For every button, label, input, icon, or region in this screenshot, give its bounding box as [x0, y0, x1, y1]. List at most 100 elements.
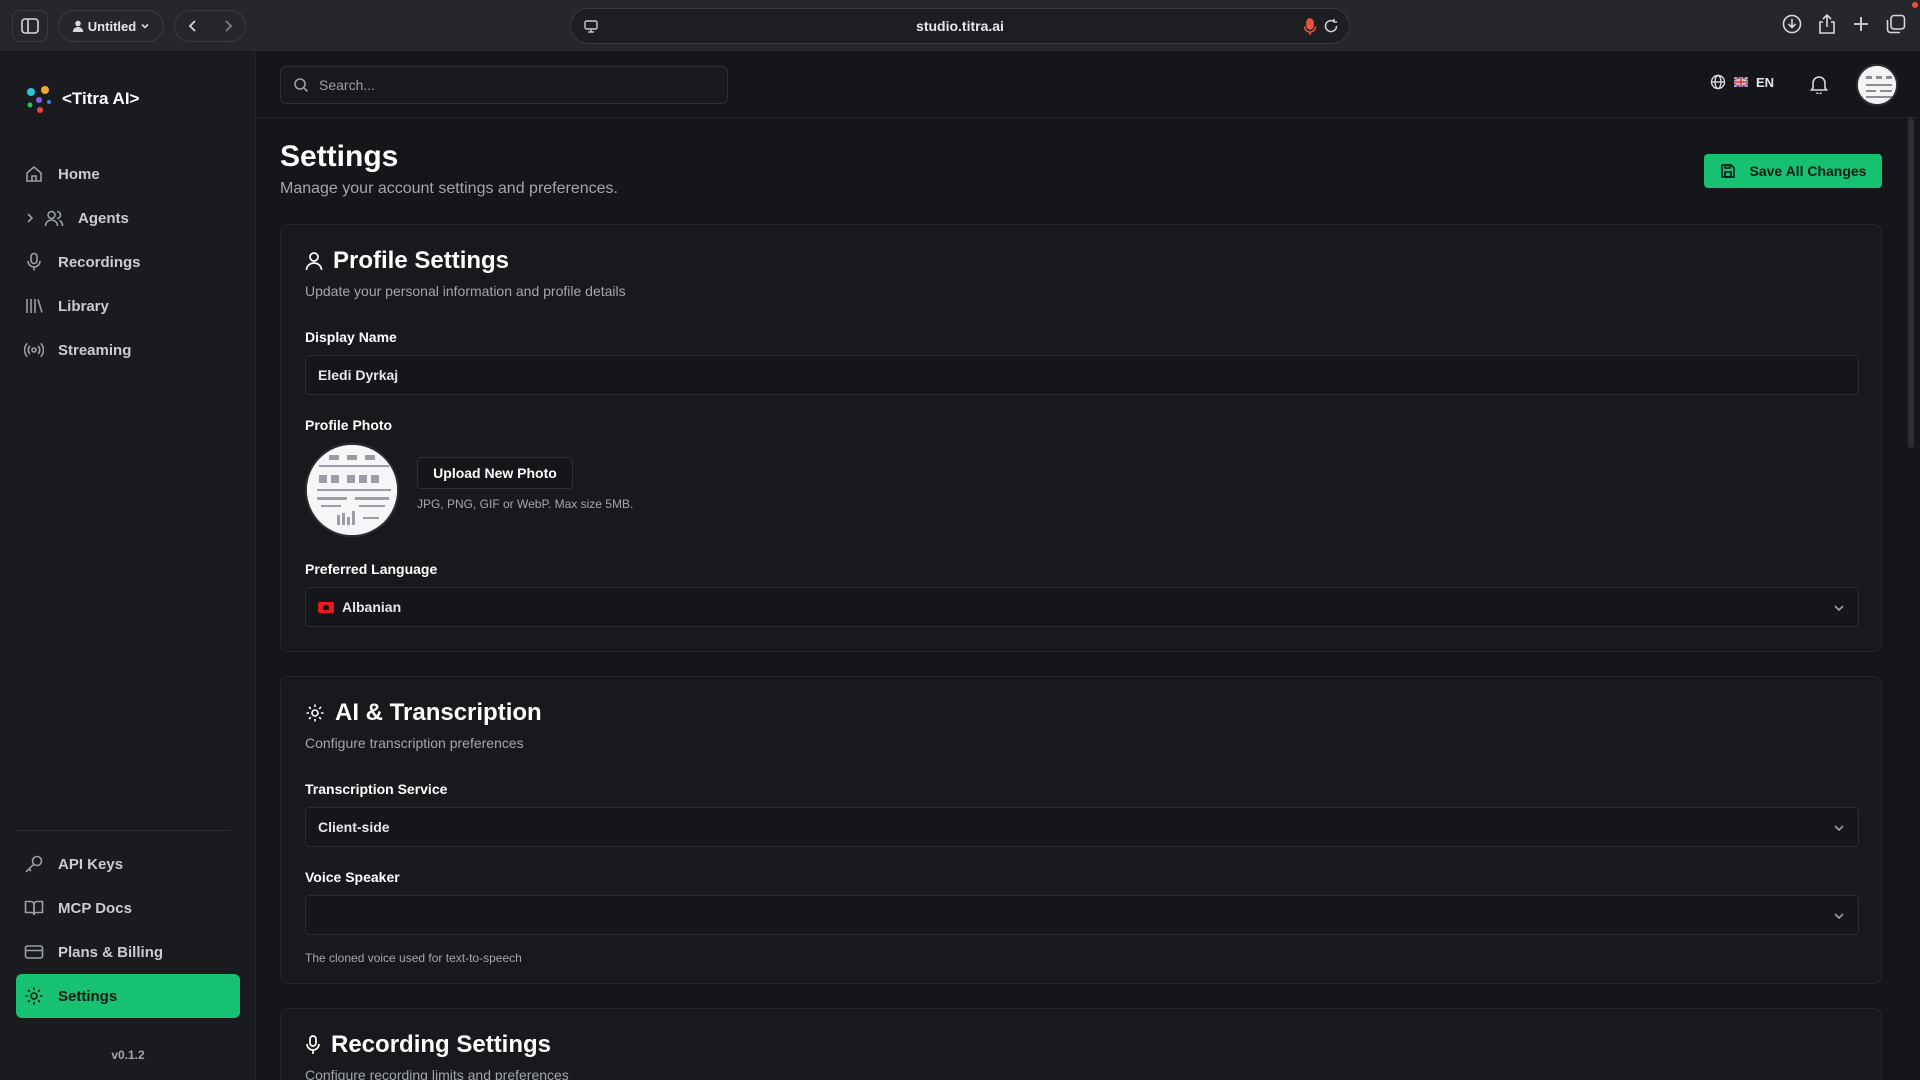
- sidebar-item-label: Streaming: [58, 341, 132, 359]
- sidebar-item-label: Agents: [78, 209, 129, 227]
- reload-icon[interactable]: [1323, 18, 1339, 34]
- transcription-service-select[interactable]: Client-side: [305, 807, 1859, 847]
- brand-name: <Titra AI>: [62, 89, 140, 108]
- gear-icon: [306, 704, 324, 722]
- microphone-active-icon[interactable]: [1303, 18, 1317, 36]
- secondary-nav: API Keys MCP Docs Plans & Billing Settin…: [16, 842, 240, 1018]
- credit-card-icon: [24, 945, 44, 959]
- library-icon: [26, 299, 43, 313]
- sidebar-item-settings[interactable]: Settings: [16, 974, 240, 1018]
- sidebar-item-label: Plans & Billing: [58, 943, 164, 961]
- back-icon[interactable]: [186, 19, 200, 33]
- chevron-down-icon: [141, 23, 149, 29]
- sidebar-item-label: MCP Docs: [58, 899, 132, 917]
- ai-transcription-title: AI & Transcription: [335, 699, 542, 726]
- brand[interactable]: <Titra AI>: [24, 84, 139, 114]
- page-title: Settings: [280, 140, 399, 173]
- user-avatar[interactable]: [1856, 64, 1898, 106]
- search-input[interactable]: [319, 77, 699, 93]
- save-all-button[interactable]: Save All Changes: [1704, 154, 1882, 188]
- main-nav: Home Agents Recordings Library Streaming: [16, 152, 240, 372]
- browser-toolbar: Untitled studio.titra.ai: [0, 0, 1920, 52]
- profile-settings-title: Profile Settings: [333, 247, 510, 274]
- users-icon: [44, 210, 64, 227]
- mic-icon: [306, 1035, 320, 1054]
- search-box[interactable]: [280, 66, 728, 104]
- transcription-service-value: Client-side: [318, 819, 390, 835]
- profile-settings-header: Profile Settings: [305, 247, 509, 275]
- address-bar[interactable]: studio.titra.ai: [570, 8, 1350, 44]
- ai-transcription-card: AI & Transcription Configure transcripti…: [280, 676, 1882, 984]
- preferred-language-label: Preferred Language: [305, 561, 438, 577]
- transcription-service-label: Transcription Service: [305, 781, 448, 797]
- page-scrollbar[interactable]: [1908, 118, 1914, 448]
- sidebar-item-label: Library: [58, 297, 109, 315]
- browser-profile-label: Untitled: [87, 18, 137, 34]
- sidebar-item-api-keys[interactable]: API Keys: [16, 842, 240, 886]
- tab-overview-icon[interactable]: [1886, 14, 1906, 34]
- sidebar-item-label: Settings: [58, 987, 118, 1005]
- chevron-right-icon[interactable]: [24, 212, 36, 224]
- sidebar: <Titra AI> Home Agents Recordings Librar…: [0, 52, 256, 1080]
- sidebar-item-recordings[interactable]: Recordings: [16, 240, 240, 284]
- address-url: studio.titra.ai: [916, 18, 1004, 34]
- home-icon: [26, 165, 42, 182]
- browser-profile-button[interactable]: Untitled: [58, 10, 164, 42]
- new-tab-icon[interactable]: [1852, 14, 1870, 34]
- display-name-label: Display Name: [305, 329, 397, 345]
- forward-icon[interactable]: [221, 19, 235, 33]
- sidebar-item-label: API Keys: [58, 855, 124, 873]
- search-icon: [294, 78, 309, 93]
- sidebar-item-agents[interactable]: Agents: [16, 196, 240, 240]
- gear-icon: [25, 987, 43, 1005]
- voice-speaker-label: Voice Speaker: [305, 869, 400, 885]
- language-code: EN: [1756, 74, 1775, 90]
- top-bar: EN: [256, 52, 1920, 118]
- save-all-label: Save All Changes: [1749, 163, 1867, 179]
- voice-speaker-hint: The cloned voice used for text-to-speech: [305, 951, 522, 965]
- browser-actions: [1782, 14, 1906, 34]
- notification-dot: [1912, 2, 1918, 8]
- sidebar-item-home[interactable]: Home: [16, 152, 240, 196]
- chevron-down-icon: [1834, 913, 1844, 920]
- upload-photo-hint: JPG, PNG, GIF or WebP. Max size 5MB.: [417, 497, 634, 511]
- profile-photo-label: Profile Photo: [305, 417, 393, 433]
- key-icon: [25, 855, 43, 873]
- download-icon[interactable]: [1782, 14, 1802, 34]
- display-name-field[interactable]: Eledi Dyrkaj: [305, 355, 1859, 395]
- profile-settings-subtitle: Update your personal information and pro…: [305, 283, 626, 299]
- upload-photo-button[interactable]: Upload New Photo: [417, 457, 573, 489]
- browser-sidebar-toggle[interactable]: [12, 10, 48, 42]
- ai-transcription-header: AI & Transcription: [305, 699, 542, 727]
- sidebar-divider: [16, 830, 230, 831]
- sidebar-item-label: Home: [58, 165, 100, 183]
- recording-settings-title: Recording Settings: [331, 1031, 552, 1058]
- profile-settings-card: Profile Settings Update your personal in…: [280, 224, 1882, 652]
- page-settings-icon[interactable]: [583, 19, 599, 35]
- app-version: v0.1.2: [111, 1048, 145, 1062]
- book-icon: [24, 900, 44, 916]
- sidebar-item-plans-billing[interactable]: Plans & Billing: [16, 930, 240, 974]
- recording-settings-subtitle: Configure recording limits and preferenc…: [305, 1067, 569, 1080]
- person-icon: [72, 20, 83, 32]
- preferred-language-value: Albanian: [342, 599, 402, 615]
- avatar-image: [1858, 66, 1896, 104]
- sidebar-item-streaming[interactable]: Streaming: [16, 328, 240, 372]
- browser-nav-group: [174, 10, 246, 42]
- uk-flag-icon: [1734, 77, 1748, 87]
- save-icon: [1720, 164, 1735, 178]
- preferred-language-select[interactable]: Albanian: [305, 587, 1859, 627]
- chevron-down-icon: [1834, 605, 1844, 612]
- voice-speaker-select[interactable]: [305, 895, 1859, 935]
- language-switcher[interactable]: EN: [1710, 74, 1774, 90]
- profile-photo-image: [307, 445, 397, 535]
- albania-flag-icon: [318, 601, 334, 613]
- bell-icon[interactable]: [1810, 74, 1828, 94]
- broadcast-icon: [24, 342, 44, 358]
- globe-icon: [1710, 74, 1726, 90]
- page-subtitle: Manage your account settings and prefere…: [280, 180, 618, 197]
- sidebar-item-mcp-docs[interactable]: MCP Docs: [16, 886, 240, 930]
- share-icon[interactable]: [1818, 14, 1836, 34]
- sidebar-item-library[interactable]: Library: [16, 284, 240, 328]
- recording-settings-header: Recording Settings: [305, 1031, 551, 1059]
